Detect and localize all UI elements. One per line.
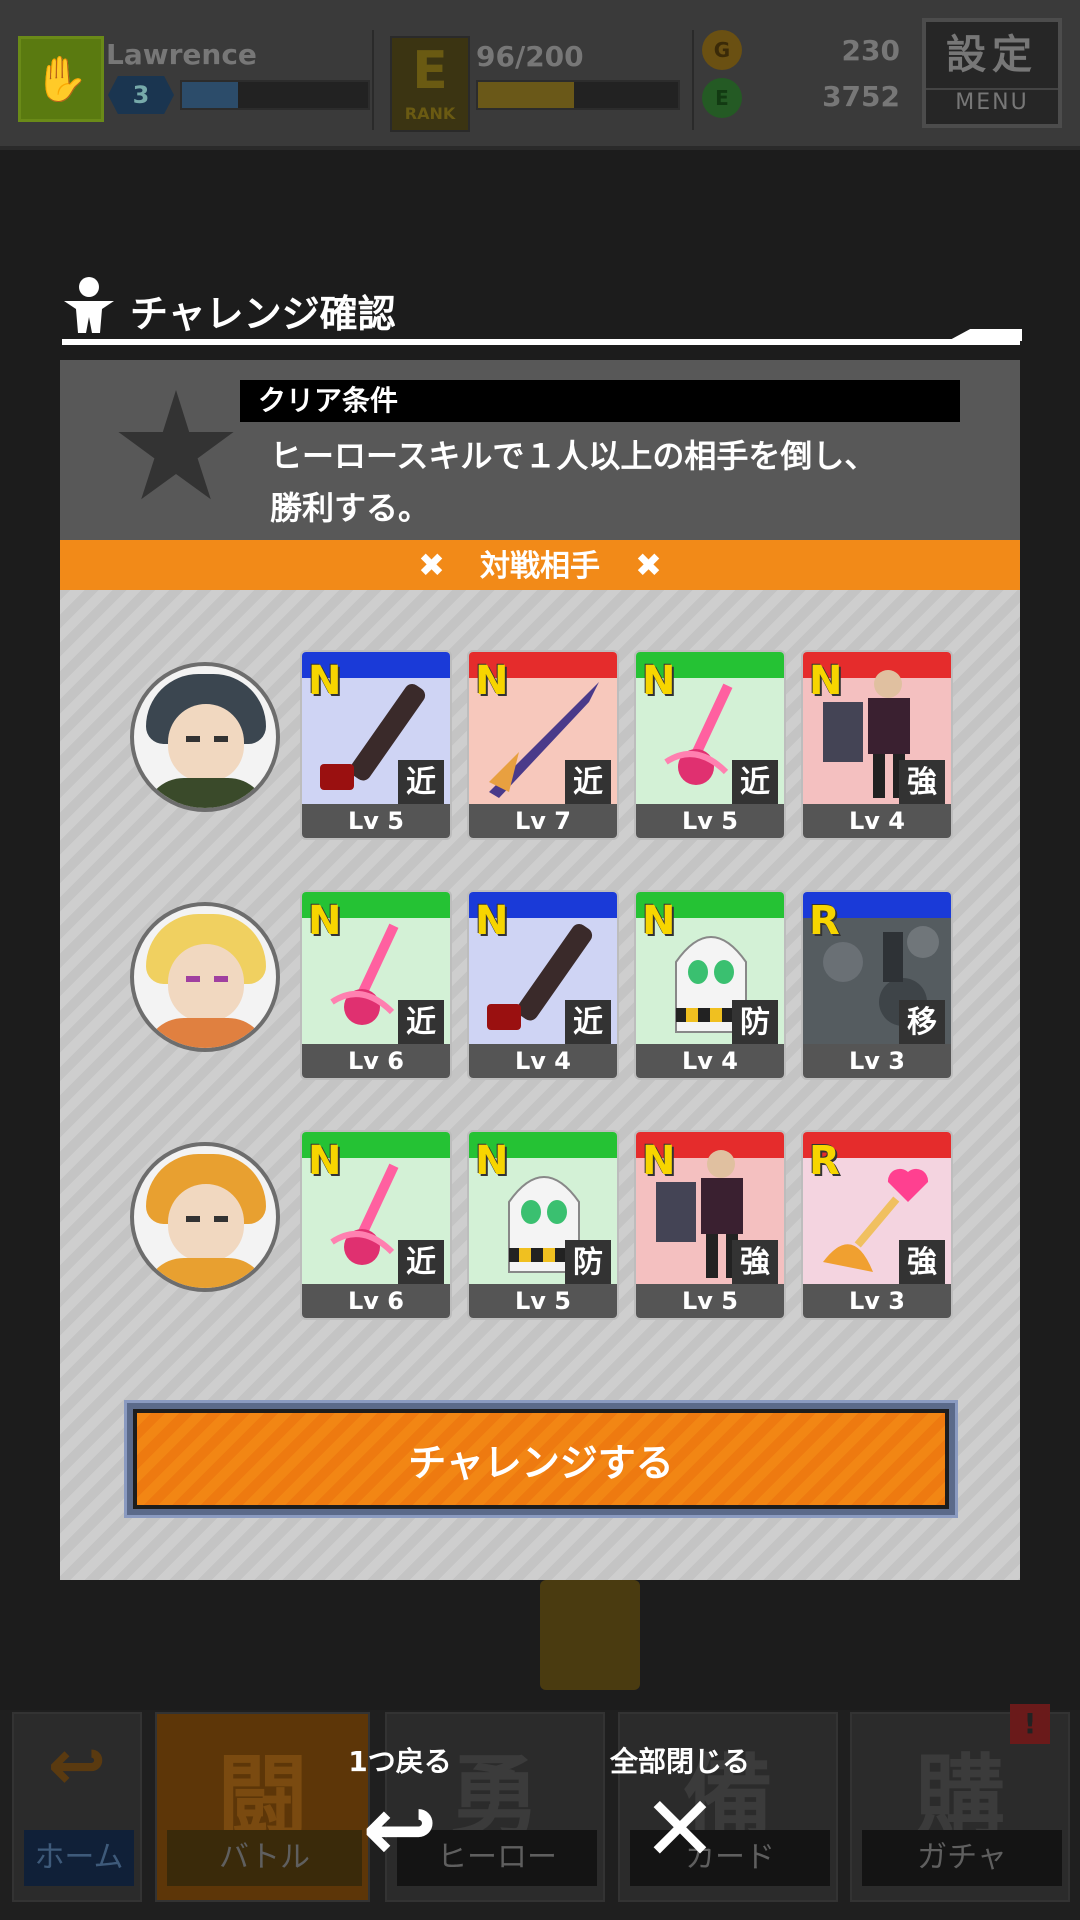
return-arrow-icon: ↩ (362, 1777, 438, 1882)
player-level-badge: 3 (108, 76, 174, 114)
card-level: Lv 4 (803, 804, 951, 838)
card-type-badge: 防 (565, 1240, 611, 1286)
card-rarity: N (642, 898, 676, 944)
green-coin-icon: E (702, 78, 742, 118)
card-claw[interactable]: N 近 Lv 7 (467, 650, 619, 840)
currency-info: G 230 E 3752 (700, 18, 910, 130)
star-icon (118, 390, 234, 500)
hero-silhouette-icon (64, 277, 114, 333)
exp-bar (180, 80, 370, 110)
card-type-badge: 強 (732, 1240, 778, 1286)
card-type-badge: 防 (732, 1000, 778, 1046)
modal-title: チャレンジ確認 (130, 292, 396, 336)
card-level: Lv 4 (636, 1044, 784, 1078)
player-name: Lawrence (106, 38, 257, 71)
player-avatar: ✋ (18, 36, 104, 122)
card-level: Lv 6 (302, 1284, 450, 1318)
rank-icon: E RANK (390, 36, 470, 132)
card-type-badge: 強 (899, 760, 945, 806)
card-level: Lv 3 (803, 1284, 951, 1318)
opponent-avatar[interactable] (130, 902, 280, 1052)
clear-condition-box: クリア条件 ヒーロースキルで１人以上の相手を倒し、 勝利する。 (60, 360, 1020, 540)
card-level: Lv 5 (302, 804, 450, 838)
opponent-row: N 近 Lv 6 N 近 Lv 4 N 防 Lv 4 R 移 Lv 3 (60, 890, 1020, 1080)
nav-gacha[interactable]: 購 ガチャ ! (850, 1704, 1070, 1902)
challenge-button[interactable]: チャレンジする (124, 1400, 958, 1518)
modal-header: チャレンジ確認 (62, 275, 1022, 345)
title-underline-tab (948, 329, 1022, 341)
card-level: Lv 5 (469, 1284, 617, 1318)
gold-coin-value: 230 (841, 34, 900, 67)
card-level: Lv 5 (636, 1284, 784, 1318)
rank-info: E RANK 96/200 (388, 18, 688, 132)
card-level: Lv 4 (469, 1044, 617, 1078)
clear-condition-text: ヒーロースキルで１人以上の相手を倒し、 勝利する。 (270, 437, 877, 527)
card-wand[interactable]: N 近 Lv 6 (300, 1130, 452, 1320)
card-level: Lv 3 (803, 1044, 951, 1078)
stamina-text: 96/200 (476, 40, 584, 73)
divider (692, 30, 694, 130)
clear-condition-header: クリア条件 (240, 380, 960, 422)
card-rarity: R (809, 1138, 840, 1184)
settings-menu-button[interactable]: 設定 MENU (922, 18, 1062, 128)
card-rarity: N (308, 898, 342, 944)
x-mark-icon: ✖ (418, 546, 445, 584)
opponent-row: N 近 Lv 6 N 防 Lv 5 N 強 Lv 5 R 強 Lv 3 (60, 1130, 1020, 1320)
nav-home[interactable]: ↩ ホーム (12, 1712, 142, 1902)
card-gentleman[interactable]: N 強 Lv 4 (801, 650, 953, 840)
card-rarity: N (308, 1138, 342, 1184)
card-rarity: N (475, 1138, 509, 1184)
close-all-button[interactable]: 全部閉じる ✕ (600, 1740, 760, 1890)
divider (372, 30, 374, 130)
card-heartwand[interactable]: R 強 Lv 3 (801, 1130, 953, 1320)
x-mark-icon: ✖ (635, 546, 662, 584)
card-type-badge: 移 (899, 1000, 945, 1046)
card-rarity: N (308, 658, 342, 704)
card-ghost[interactable]: N 防 Lv 4 (634, 890, 786, 1080)
card-rarity: N (642, 1138, 676, 1184)
card-gentleman[interactable]: N 強 Lv 5 (634, 1130, 786, 1320)
card-type-badge: 近 (565, 1000, 611, 1046)
card-type-badge: 近 (565, 760, 611, 806)
card-level: Lv 5 (636, 804, 784, 838)
card-type-badge: 近 (398, 760, 444, 806)
close-icon: ✕ (642, 1777, 718, 1882)
card-chainsaw[interactable]: N 近 Lv 5 (300, 650, 452, 840)
card-camo[interactable]: R 移 Lv 3 (801, 890, 953, 1080)
bottom-navigation: ↩ ホーム 闘 バトル 勇 ヒーロー 備 カード 購 ガチャ ! (0, 1704, 1080, 1920)
player-info[interactable]: ✋ Lawrence 3 (10, 18, 370, 130)
card-chainsaw[interactable]: N 近 Lv 4 (467, 890, 619, 1080)
back-arrow-icon: ↩ (47, 1724, 107, 1806)
card-ghost[interactable]: N 防 Lv 5 (467, 1130, 619, 1320)
opponents-label: 対戦相手 (480, 549, 600, 584)
card-type-badge: 強 (899, 1240, 945, 1286)
opponent-avatar[interactable] (130, 1142, 280, 1292)
stamina-bar (476, 80, 680, 110)
card-rarity: R (809, 898, 840, 944)
back-one-button[interactable]: 1つ戻る ↩ (320, 1740, 480, 1890)
opponent-row: N 近 Lv 5 N 近 Lv 7 N 近 Lv 5 N 強 Lv 4 (60, 650, 1020, 840)
card-rarity: N (809, 658, 843, 704)
gold-coin-icon: G (702, 30, 742, 70)
background-decoration (540, 1580, 640, 1690)
card-level: Lv 7 (469, 804, 617, 838)
card-wand[interactable]: N 近 Lv 6 (300, 890, 452, 1080)
card-type-badge: 近 (398, 1240, 444, 1286)
card-level: Lv 6 (302, 1044, 450, 1078)
card-rarity: N (475, 658, 509, 704)
card-rarity: N (642, 658, 676, 704)
card-type-badge: 近 (398, 1000, 444, 1046)
card-wand[interactable]: N 近 Lv 5 (634, 650, 786, 840)
title-underline (62, 339, 1020, 345)
challenge-button-label[interactable]: チャレンジする (133, 1409, 949, 1509)
opponents-bar: ✖ 対戦相手 ✖ (60, 540, 1020, 590)
challenge-panel: クリア条件 ヒーロースキルで１人以上の相手を倒し、 勝利する。 ✖ 対戦相手 ✖… (60, 360, 1020, 1580)
card-rarity: N (475, 898, 509, 944)
top-status-bar: ✋ Lawrence 3 E RANK 96/200 G 230 E 3752 … (0, 0, 1080, 150)
card-type-badge: 近 (732, 760, 778, 806)
opponent-avatar[interactable] (130, 662, 280, 812)
alert-badge: ! (1010, 1704, 1050, 1744)
green-coin-value: 3752 (822, 80, 900, 113)
